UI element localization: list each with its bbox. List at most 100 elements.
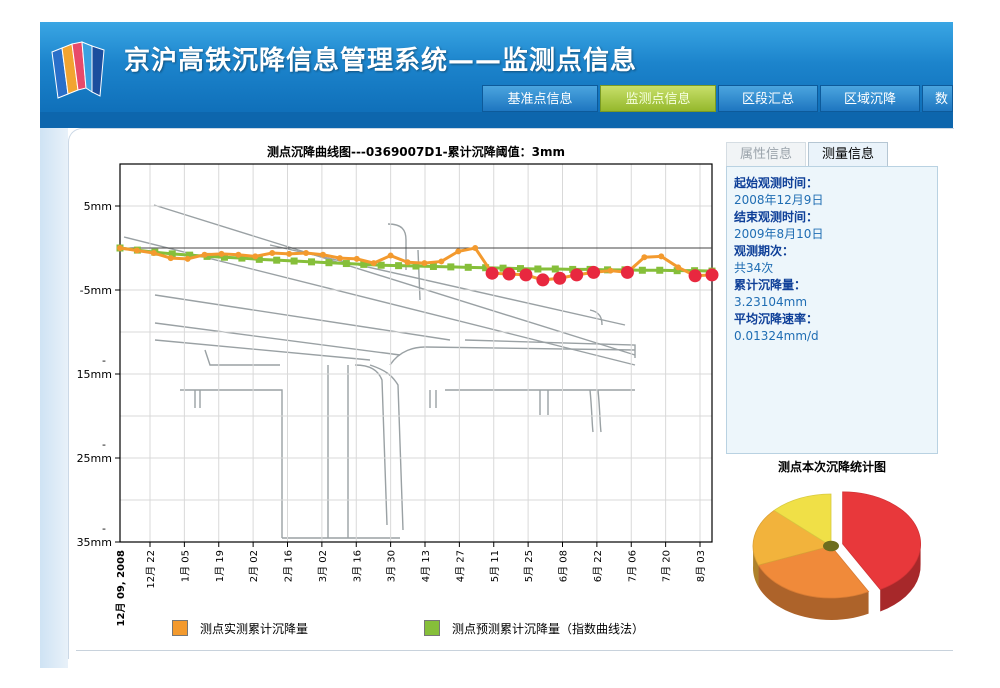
x-tick-label: 12月 22 — [145, 550, 157, 589]
actual-point-exceed — [485, 266, 499, 280]
actual-point — [353, 255, 360, 262]
pie-center-hole — [823, 540, 839, 552]
actual-point-exceed — [570, 268, 584, 282]
plot-frame — [119, 163, 713, 543]
chart-grid — [120, 164, 712, 542]
actual-point — [336, 255, 343, 262]
actual-point — [201, 251, 208, 258]
tab-monitoring-point-info[interactable]: 监测点信息 — [600, 85, 716, 112]
cumulative-settlement-label: 累计沉降量： — [734, 278, 807, 292]
tab-section-summary[interactable]: 区段汇总 — [718, 85, 818, 112]
pie-chart-title: 测点本次沉降统计图 — [777, 460, 886, 474]
predicted-point — [377, 261, 385, 269]
actual-point — [641, 254, 648, 261]
actual-point — [117, 245, 123, 251]
legend-swatch-actual — [172, 620, 188, 636]
y-tick-label: -5mm — [80, 284, 112, 297]
x-tick-label: 1月 19 — [214, 550, 226, 582]
predicted-point — [325, 259, 333, 267]
actual-point — [167, 255, 174, 262]
actual-point — [252, 253, 259, 260]
x-tick-label: 5月 11 — [489, 550, 501, 582]
predicted-point — [342, 260, 350, 268]
actual-point-exceed — [519, 268, 533, 282]
tab-regional-settlement[interactable]: 区域沉降 — [820, 85, 920, 112]
y-tick-label: 15mm — [77, 368, 112, 381]
x-tick-label: 7月 06 — [626, 550, 638, 582]
actual-point — [218, 250, 225, 257]
app-title: 京沪高铁沉降信息管理系统——监测点信息 — [124, 46, 638, 76]
tab-measurement-info[interactable]: 测量信息 — [808, 142, 888, 166]
predicted-point — [395, 262, 403, 270]
actual-point — [455, 248, 462, 255]
header-strip — [40, 112, 953, 128]
x-tick-label: 1月 05 — [179, 550, 191, 582]
end-time-value: 2009年8月10日 — [734, 227, 824, 241]
predicted-point — [429, 262, 437, 270]
y-tick-dash: - — [102, 522, 106, 535]
legend-item-actual: 测点实测累计沉降量 — [172, 618, 308, 638]
start-time-value: 2008年12月9日 — [734, 193, 824, 207]
left-border — [40, 128, 68, 668]
actual-point — [421, 260, 428, 267]
y-tick-dash: - — [102, 354, 106, 367]
actual-point — [133, 247, 140, 254]
actual-point — [184, 255, 191, 262]
average-rate-label: 平均沉降速率： — [734, 312, 819, 326]
start-time-label: 起始观测时间： — [734, 176, 819, 190]
predicted-point — [447, 263, 455, 271]
average-rate-value: 0.01324mm/d — [734, 329, 819, 343]
end-time-label: 结束观测时间： — [734, 210, 819, 224]
actual-point — [319, 251, 326, 258]
actual-point — [472, 245, 479, 251]
actual-point-exceed — [705, 268, 719, 282]
actual-point — [438, 258, 445, 265]
bottom-divider — [76, 650, 953, 651]
tab-attribute-info[interactable]: 属性信息 — [726, 142, 806, 166]
cumulative-settlement-value: 3.23104mm — [734, 295, 808, 309]
x-tick-label: 3月 02 — [317, 550, 329, 582]
predicted-point — [308, 258, 316, 266]
predicted-point — [656, 266, 664, 274]
x-tick-label: 4月 13 — [420, 550, 432, 582]
actual-point — [269, 250, 276, 257]
actual-point — [303, 250, 310, 257]
books-logo-icon — [51, 41, 105, 99]
predicted-point — [551, 265, 559, 273]
x-tick-label: 6月 22 — [592, 550, 604, 582]
predicted-point — [638, 266, 646, 274]
actual-point — [675, 264, 682, 271]
period-count-value: 共34次 — [734, 261, 774, 275]
period-count-label: 观测期次： — [734, 244, 795, 258]
predicted-point — [290, 257, 298, 265]
settlement-chart: 12月 22 1月 05 1月 19 2月 02 2月 16 3月 02 3月 16 3月 3… — [77, 163, 719, 626]
actual-point-exceed — [587, 265, 601, 279]
y-axis-ticks: 5mm-5mm-15mm-25mm-35mm — [77, 200, 112, 549]
tab-benchmark-info[interactable]: 基准点信息 — [482, 85, 598, 112]
x-tick-label: 2月 16 — [283, 550, 295, 582]
actual-point-exceed — [502, 267, 516, 281]
x-axis-ticks: 12月 22 1月 05 1月 19 2月 02 2月 16 3月 02 3月 16 3月 3… — [115, 550, 707, 626]
actual-point-exceed — [688, 269, 702, 283]
x-tick-label: 6月 08 — [558, 550, 570, 582]
x-tick-label: 5月 25 — [523, 550, 535, 582]
predicted-point — [464, 263, 472, 271]
predicted-point — [273, 256, 281, 264]
x-tick-label: 2月 02 — [248, 550, 260, 582]
actual-point-exceed — [536, 273, 550, 287]
legend-item-predicted: 测点预测累计沉降量（指数曲线法） — [424, 618, 644, 638]
legend-label-predicted: 测点预测累计沉降量（指数曲线法） — [452, 621, 645, 636]
actual-point-exceed — [553, 271, 567, 285]
actual-point — [235, 251, 242, 258]
x-tick-label: 7月 20 — [661, 550, 673, 582]
actual-point — [607, 267, 614, 274]
y-tick-dash: - — [102, 438, 106, 451]
actual-point — [370, 260, 377, 267]
settlement-pie-chart — [752, 491, 921, 620]
predicted-point — [534, 265, 542, 273]
tab-data[interactable]: 数 — [922, 85, 953, 112]
chart-title: 测点沉降曲线图---0369007D1-累计沉降阈值：3mm — [266, 145, 566, 159]
actual-point — [658, 253, 665, 260]
actual-point — [150, 250, 157, 257]
actual-point — [387, 252, 394, 259]
